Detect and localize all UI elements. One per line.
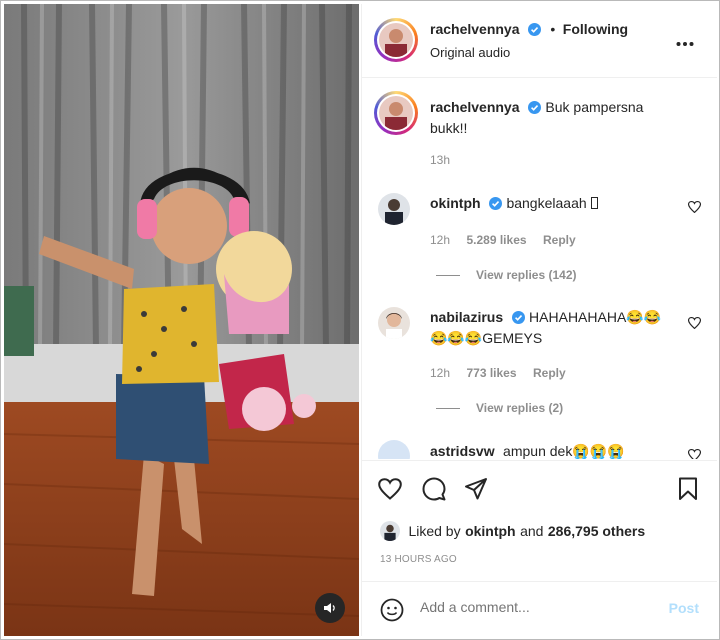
post-comment-button[interactable]: Post xyxy=(669,600,699,616)
caption-avatar-image xyxy=(379,96,413,130)
sound-icon xyxy=(324,603,335,613)
instagram-post-window: rachelvennya • Following Original audio xyxy=(0,0,720,640)
comment-like-heart-icon[interactable] xyxy=(688,317,701,329)
likes-summary: Liked by okintph and 286,795 others xyxy=(380,521,645,541)
caption: rachelvennya Buk pampersna bukk!! xyxy=(430,98,650,138)
view-replies-label: View replies (2) xyxy=(476,401,564,415)
post-actions-section: Liked by okintph and 286,795 others 13 H… xyxy=(362,460,717,636)
reply-button[interactable]: Reply xyxy=(533,366,566,380)
share-icon[interactable] xyxy=(464,477,488,501)
post-header: rachelvennya • Following Original audio xyxy=(362,4,717,78)
heart-icon[interactable] xyxy=(378,478,402,500)
caption-author-avatar[interactable] xyxy=(374,91,418,135)
post-video[interactable] xyxy=(4,4,359,636)
commenter-avatar[interactable] xyxy=(378,193,410,225)
comment-icon[interactable] xyxy=(422,477,446,501)
more-options-icon[interactable] xyxy=(676,34,694,52)
video-frame-image xyxy=(4,4,359,636)
comment-likes[interactable]: 773 likes xyxy=(466,366,516,380)
comment-time: 12h xyxy=(430,233,451,247)
bookmark-icon[interactable] xyxy=(678,477,698,501)
comment-like-heart-icon[interactable] xyxy=(688,201,701,213)
liked-by-prefix: Liked by xyxy=(408,523,461,539)
emoji-icon[interactable] xyxy=(380,598,404,622)
author-avatar[interactable] xyxy=(374,18,418,62)
header-separator: • xyxy=(550,21,556,37)
comment-text: HAHAHAHAHA😂😂 xyxy=(529,309,662,325)
following-button[interactable]: Following xyxy=(563,21,628,37)
view-replies-button[interactable]: View replies (2) xyxy=(436,401,563,415)
comment-text: bangkelaaah xyxy=(506,195,591,211)
post-details-panel: rachelvennya • Following Original audio xyxy=(361,4,717,636)
comment-text: ampun dek😭😭😭 xyxy=(503,443,625,459)
add-comment-bar: Post xyxy=(362,581,717,637)
comment-text-continued: 😂😂😂GEMEYS xyxy=(430,330,543,346)
verified-badge-icon xyxy=(489,197,502,215)
commenter-username[interactable]: astridsvw xyxy=(430,443,495,459)
comment-like-heart-icon[interactable] xyxy=(688,449,701,459)
verified-badge-icon xyxy=(511,310,525,329)
comment-likes[interactable]: 5.289 likes xyxy=(466,233,526,247)
caption-time: 13h xyxy=(430,153,451,167)
view-replies-button[interactable]: View replies (142) xyxy=(436,268,577,282)
liked-by-joiner: and xyxy=(520,523,544,539)
sound-toggle-button[interactable] xyxy=(315,593,345,623)
verified-badge-icon xyxy=(527,23,541,41)
commenter-avatar[interactable] xyxy=(378,440,410,459)
liked-by-user[interactable]: okintph xyxy=(465,523,516,539)
liker-avatar[interactable] xyxy=(380,521,400,541)
view-replies-label: View replies (142) xyxy=(476,268,577,282)
commenter-avatar[interactable] xyxy=(378,307,410,339)
comment-time: 12h xyxy=(430,366,451,380)
post-timestamp[interactable]: 13 HOURS AGO xyxy=(380,554,457,565)
audio-label[interactable]: Original audio xyxy=(430,45,510,60)
missing-glyph xyxy=(590,197,598,209)
reply-button[interactable]: Reply xyxy=(543,233,576,247)
comments-list[interactable]: rachelvennya Buk pampersna bukk!! 13h ok… xyxy=(362,79,717,459)
author-username[interactable]: rachelvennya xyxy=(430,21,520,37)
verified-badge-icon xyxy=(527,100,541,119)
liked-by-others[interactable]: 286,795 others xyxy=(548,523,645,539)
author-avatar-image xyxy=(379,23,413,57)
commenter-username[interactable]: okintph xyxy=(430,195,481,211)
caption-username[interactable]: rachelvennya xyxy=(430,99,520,115)
add-comment-input[interactable] xyxy=(420,599,640,615)
commenter-username[interactable]: nabilazirus xyxy=(430,309,503,325)
